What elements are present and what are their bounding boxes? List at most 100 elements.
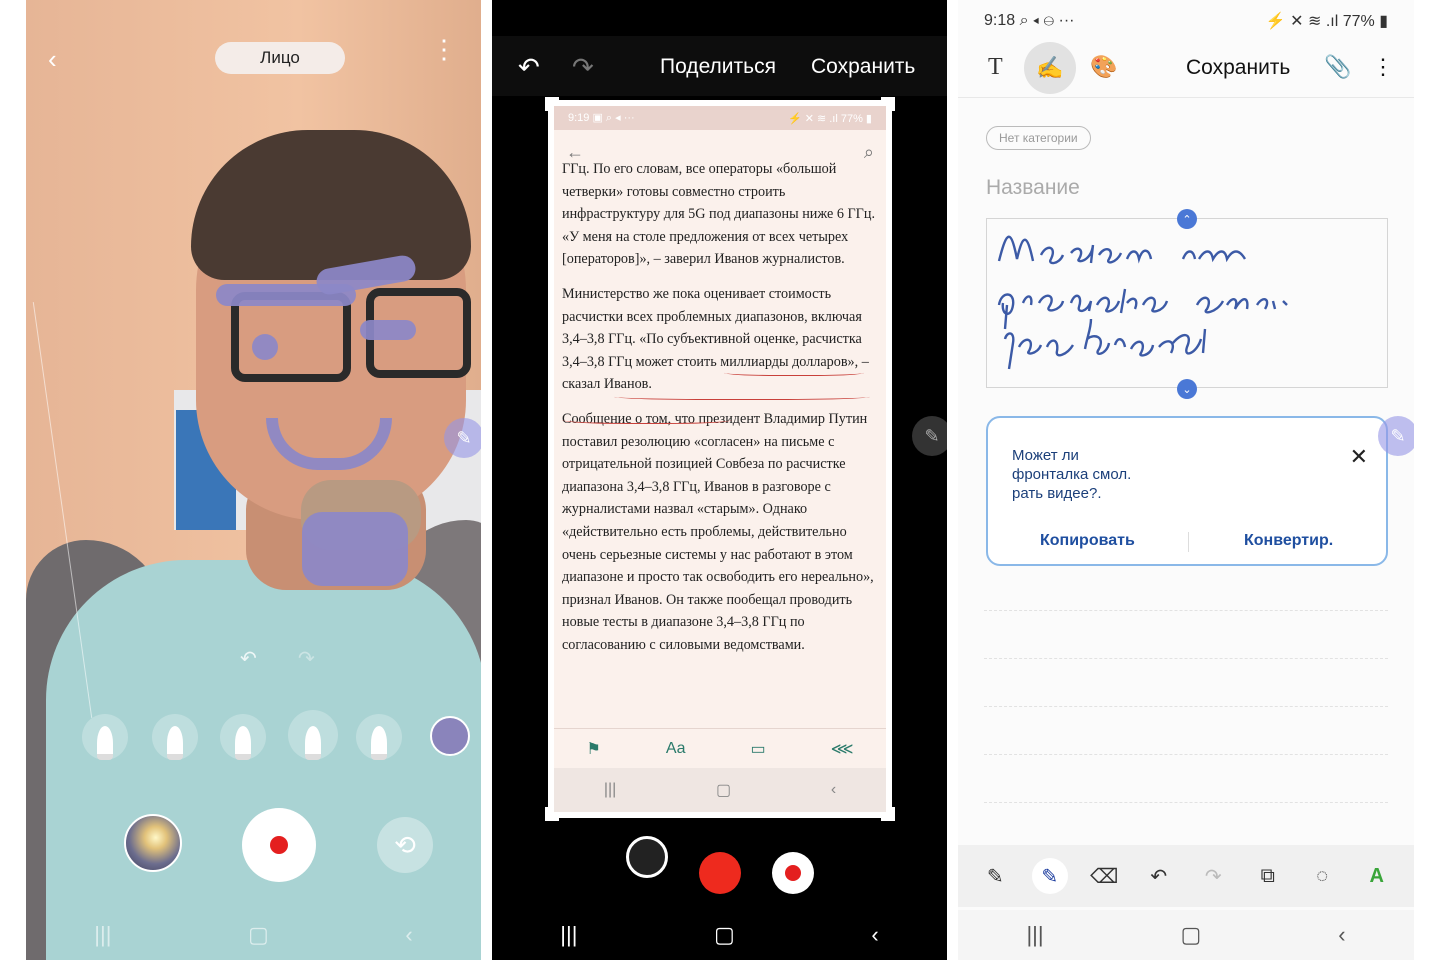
camera-doodle-screen: ‹ Лицо ⋮ ✎ ↶ ↷ ⟲ ||| ▢ ‹	[26, 0, 481, 960]
status-right: ⚡ ✕ ≋ .ıl 77% ▮	[1265, 13, 1388, 30]
nav-home-icon[interactable]: ▢	[714, 922, 735, 948]
handwriting-strokes	[997, 235, 1288, 370]
brush-pen-icon	[305, 726, 321, 760]
text-style-icon[interactable]: A	[1359, 858, 1395, 894]
more-icon[interactable]: ⋮	[1372, 54, 1394, 80]
nav-recents-icon[interactable]: |||	[1026, 922, 1043, 948]
edge-pen-icon[interactable]: ✎	[912, 416, 947, 456]
handwriting-selection[interactable]: ⌃ ⌄	[986, 209, 1388, 399]
brush-fine-icon	[167, 726, 183, 760]
pen-tool-button[interactable]	[626, 836, 668, 878]
convert-button[interactable]: Конвертир.	[1244, 532, 1333, 550]
edge-pen-icon[interactable]: ✎	[1378, 416, 1414, 456]
close-icon[interactable]: ✕	[1350, 444, 1368, 470]
save-button[interactable]: Сохранить	[811, 55, 915, 79]
nav-recents-icon[interactable]: |||	[94, 922, 111, 948]
pen-active-icon[interactable]: ✎	[1031, 858, 1068, 894]
comment-icon: ▭	[750, 740, 766, 758]
status-time: 9:18	[984, 12, 1016, 29]
brush-sparkle-button[interactable]	[82, 714, 128, 760]
undo-icon[interactable]: ↶	[1141, 858, 1177, 894]
lasso-icon[interactable]: ◌	[1304, 858, 1340, 894]
status-icons: ⌕ ◂ ⊖ ···	[1019, 12, 1075, 29]
recognition-result-card: Может ли фронталка смол. рать видее?. ✕ …	[986, 416, 1388, 566]
back-icon[interactable]: ‹	[48, 44, 57, 75]
nav-back-icon[interactable]: ‹	[871, 922, 878, 948]
brush-sparkle-icon	[97, 726, 113, 760]
brush-pen-button[interactable]	[288, 710, 338, 760]
status-left: 9:18 ⌕ ◂ ⊖ ···	[984, 12, 1074, 30]
redo-icon[interactable]: ↷	[298, 646, 315, 671]
share-icon: ⋘	[830, 740, 854, 758]
screen-write-screen: ↶ ↷ Поделиться Сохранить 9:19 ▣ ⌕ ◂ ··· …	[492, 0, 947, 960]
ruled-line	[984, 754, 1388, 755]
nav-back-icon[interactable]: ‹	[1338, 922, 1345, 948]
drawing-toolbar: ✎ ✎ ⌫ ↶ ↷ ⧉ ◌ A	[958, 845, 1414, 907]
article-action-bar: ⚑ Aa ▭ ⋘	[554, 728, 886, 768]
save-button[interactable]: Сохранить	[1186, 56, 1290, 80]
image-text-icon[interactable]: ⧉	[1250, 858, 1286, 894]
category-chip[interactable]: Нет категории	[986, 126, 1091, 150]
record-dot-icon	[785, 865, 801, 881]
font-size-icon: Aa	[665, 739, 686, 757]
gallery-thumbnail[interactable]	[124, 814, 182, 872]
share-button[interactable]: Поделиться	[660, 55, 776, 79]
record-dot-icon	[270, 836, 288, 854]
title-field[interactable]: Название	[986, 176, 1080, 200]
system-nav-bar: ||| ▢ ‹	[492, 910, 947, 960]
brush-fine-button[interactable]	[152, 714, 198, 760]
ruled-line	[984, 802, 1388, 803]
nav-recents-icon[interactable]: |||	[560, 922, 577, 948]
search-icon: ⌕	[863, 141, 874, 162]
redo-icon[interactable]: ↷	[1195, 858, 1231, 894]
brush-highlighter-button[interactable]	[356, 714, 402, 760]
captured-screenshot: 9:19 ▣ ⌕ ◂ ··· ⚡ ✕ ≋ .ıl 77% ▮ ← ⌕ ГГц. …	[545, 97, 895, 821]
article-text: ГГц. По его словам, все операторы «больш…	[554, 158, 886, 656]
article-nav-bar: ||| ▢ ‹	[554, 768, 886, 812]
redo-icon[interactable]: ↷	[572, 52, 594, 83]
record-button[interactable]	[242, 808, 316, 882]
article-status-right: ⚡ ✕ ≋ .ıl 77% ▮	[787, 112, 872, 125]
text-mode-icon[interactable]: T	[988, 54, 1003, 81]
mode-pill-face[interactable]: Лицо	[215, 42, 345, 74]
brush-marker-icon	[235, 726, 251, 760]
nav-back-icon[interactable]: ‹	[405, 922, 412, 948]
ruled-line	[984, 610, 1388, 611]
eraser-icon[interactable]: ⌫	[1086, 858, 1122, 894]
article-view: 9:19 ▣ ⌕ ◂ ··· ⚡ ✕ ≋ .ıl 77% ▮ ← ⌕ ГГц. …	[554, 106, 886, 812]
pen-tools	[492, 826, 947, 916]
divider	[1188, 532, 1189, 552]
pen-color-red-button[interactable]	[699, 852, 741, 894]
doodle-eye-left	[252, 334, 278, 360]
article-paragraph: ГГц. По его словам, все операторы «больш…	[562, 161, 876, 268]
system-nav-bar: ||| ▢ ‹	[958, 910, 1414, 960]
edge-pen-icon[interactable]: ✎	[444, 418, 481, 458]
pen-star-icon[interactable]: ✎	[977, 858, 1013, 894]
attach-icon[interactable]: 📎	[1324, 54, 1351, 80]
article-paragraph: Министерство же пока оценивает стоимость…	[562, 285, 869, 393]
selection-handle-bottom-icon[interactable]: ⌄	[1177, 379, 1197, 399]
brush-marker-button[interactable]	[220, 714, 266, 760]
selection-handle-top-icon[interactable]: ⌃	[1177, 209, 1197, 229]
nav-home-icon[interactable]: ▢	[1181, 922, 1202, 948]
color-picker-button[interactable]	[430, 716, 470, 756]
system-nav-bar: ||| ▢ ‹	[26, 910, 481, 960]
more-icon[interactable]: ⋮	[431, 36, 457, 62]
copy-button[interactable]: Копировать	[1040, 532, 1135, 550]
article-status-time: 9:19 ▣ ⌕ ◂ ···	[568, 112, 635, 124]
undo-icon[interactable]: ↶	[518, 52, 540, 83]
switch-camera-icon[interactable]: ⟲	[377, 817, 433, 873]
handwriting-mode-icon[interactable]: ✍	[1024, 42, 1076, 94]
nav-home-icon[interactable]: ▢	[248, 922, 269, 948]
article-paragraph: Сообщение о том, что президент Владимир …	[562, 410, 874, 653]
doodle-beard	[302, 512, 408, 586]
record-button[interactable]	[772, 852, 814, 894]
undo-icon[interactable]: ↶	[240, 646, 257, 671]
brush-highlighter-icon	[371, 726, 387, 760]
ink-underline	[724, 368, 864, 376]
nav-home-icon: ▢	[716, 782, 732, 799]
palette-icon[interactable]: 🎨	[1090, 54, 1117, 80]
nav-back-icon: ‹	[830, 781, 837, 798]
ink-underline	[614, 392, 870, 400]
bookmark-icon: ⚑	[586, 740, 601, 758]
